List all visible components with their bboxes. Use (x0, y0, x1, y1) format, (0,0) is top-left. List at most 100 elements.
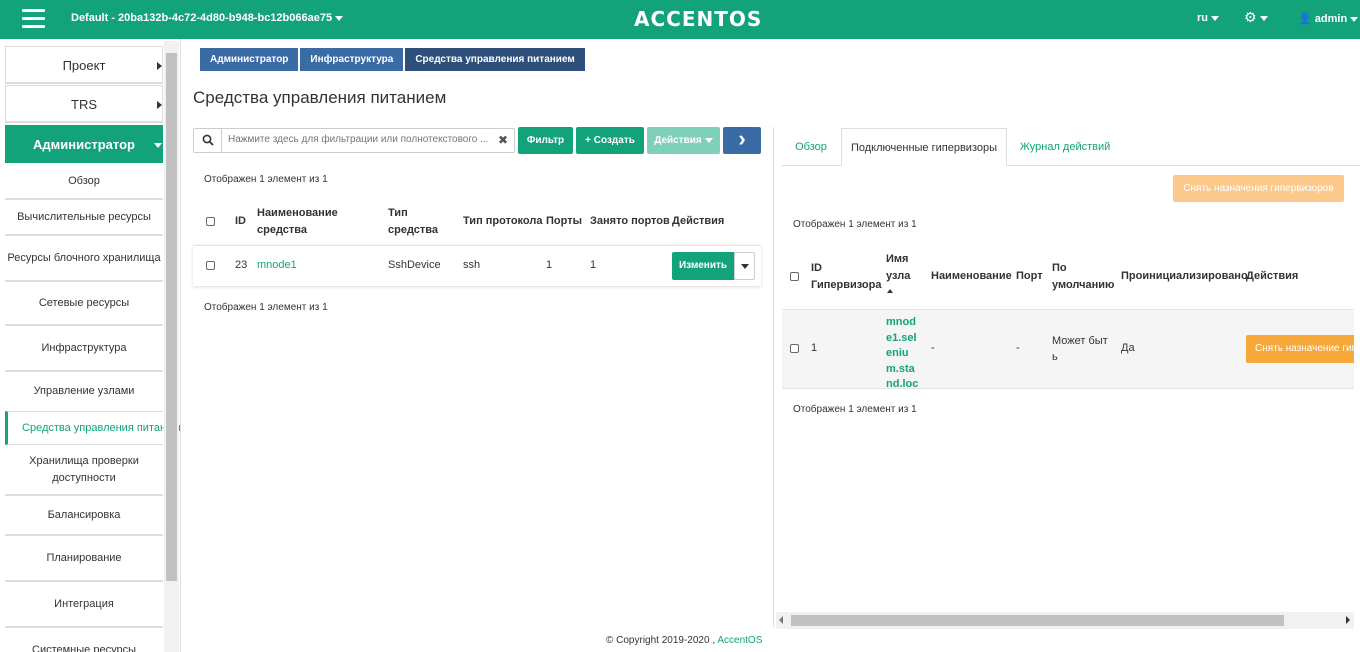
column-header-protocol[interactable]: Тип протокола (463, 213, 542, 230)
hypervisor-count-bottom: Отображен 1 элемент из 1 (793, 404, 917, 415)
column-header-ports[interactable]: Порты (546, 213, 582, 230)
row-actions-dropdown[interactable] (734, 252, 755, 280)
column-header-hypervisor-id[interactable]: ID Гипервизора (811, 260, 881, 294)
chevron-right-icon (157, 101, 162, 109)
sidebar-item-infrastructure[interactable]: Инфраструктура (5, 326, 163, 372)
sidebar-item-availability-storage[interactable]: Хранилища проверки доступности (5, 446, 163, 496)
top-navbar: Default - 20ba132b-4c72-4d80-b948-bc12b0… (0, 0, 1360, 39)
hypervisor-row-id: 1 (811, 342, 818, 354)
sidebar-item-admin[interactable]: Администратор (5, 125, 163, 163)
column-header-actions: Действия (672, 215, 725, 227)
sidebar-item-system-resources[interactable]: Системные ресурсы (5, 642, 163, 652)
breadcrumb-item-infrastructure[interactable]: Инфраструктура (300, 48, 404, 71)
sidebar-item-integration[interactable]: Интеграция (5, 582, 163, 628)
toggle-panel-button[interactable]: › (723, 127, 761, 154)
column-header-hv-actions: Действия (1246, 270, 1299, 282)
filter-button[interactable]: Фильтр (518, 127, 573, 154)
tab-connected-hypervisors[interactable]: Подключенные гипервизоры (841, 128, 1007, 166)
column-header-name[interactable]: Наименование средства (257, 205, 347, 239)
gear-icon: ⚙ (1244, 9, 1257, 25)
row-busy-ports: 1 (590, 259, 597, 271)
sort-asc-icon (887, 289, 893, 293)
row-id: 23 (235, 259, 248, 271)
user-menu[interactable]: 👤 admin (1298, 12, 1359, 25)
user-icon: 👤 (1298, 13, 1312, 25)
column-header-node-name[interactable]: Имя узла (886, 251, 916, 293)
row-type: SshDevice (388, 259, 441, 271)
column-header-busy-ports[interactable]: Занято портов (590, 213, 670, 230)
column-header-initialized[interactable]: Проинициализировано (1121, 268, 1248, 285)
horizontal-scrollbar[interactable] (776, 612, 1354, 629)
actions-dropdown-button[interactable]: Действия (647, 127, 720, 154)
panel-divider (773, 127, 774, 627)
sidebar-scrollbar-thumb[interactable] (166, 53, 177, 581)
chevron-down-icon (704, 137, 713, 143)
hypervisor-row-name: - (931, 342, 935, 354)
hypervisor-row-port: - (1016, 342, 1020, 354)
scroll-right-icon[interactable] (1346, 616, 1350, 624)
column-header-id[interactable]: ID (235, 213, 246, 230)
select-all-checkbox[interactable] (206, 217, 215, 226)
clear-search-icon[interactable]: ✖ (498, 133, 508, 147)
user-name: admin (1314, 13, 1348, 25)
column-header-type[interactable]: Тип средства (388, 205, 448, 239)
menu-toggle-icon[interactable] (22, 9, 45, 29)
create-button[interactable]: + Создать (576, 127, 644, 154)
chevron-down-icon (154, 143, 162, 148)
breadcrumb: Администратор Инфраструктура Средства уп… (200, 48, 585, 71)
sidebar-item-power-management[interactable]: Средства управления питанием (5, 411, 180, 445)
unassign-hypervisor-button[interactable]: Снять назначение гипервизора (1246, 335, 1354, 363)
breadcrumb-item-admin[interactable]: Администратор (200, 48, 299, 71)
hypervisor-row-initialized: Да (1121, 342, 1135, 354)
row-ports: 1 (546, 259, 553, 271)
footer: © Copyright 2019-2020 , AccentOS (606, 635, 762, 646)
hypervisor-node-link[interactable]: mnode1.selenium.stand.loc (886, 315, 919, 393)
search-input[interactable] (228, 134, 493, 145)
row-checkbox[interactable] (206, 261, 215, 270)
sidebar-item-block-storage[interactable]: Ресурсы блочного хранилища (5, 236, 163, 282)
sidebar-item-trs[interactable]: TRS (5, 85, 163, 123)
footer-copyright: © Copyright 2019-2020 , (606, 635, 716, 646)
hypervisor-select-all-checkbox[interactable] (790, 272, 799, 281)
sidebar-item-overview[interactable]: Обзор (5, 164, 163, 200)
project-name: Default - 20ba132b-4c72-4d80-b948-bc12b0… (71, 12, 333, 24)
search-icon[interactable] (194, 129, 222, 152)
chevron-right-icon (157, 62, 162, 70)
page-title: Средства управления питанием (193, 88, 447, 107)
row-name-link[interactable]: mnode1 (257, 258, 297, 273)
footer-link[interactable]: AccentOS (717, 635, 762, 646)
chevron-down-icon (1211, 15, 1219, 21)
unassign-all-hypervisors-button[interactable]: Снять назначения гипервизоров (1173, 175, 1344, 202)
scroll-left-icon[interactable] (779, 616, 783, 624)
column-header-default[interactable]: По умолчанию (1052, 260, 1114, 294)
chevron-down-icon (741, 264, 749, 269)
breadcrumb-item-current: Средства управления питанием (405, 48, 585, 71)
hypervisor-count-top: Отображен 1 элемент из 1 (793, 219, 917, 230)
item-count-top: Отображен 1 элемент из 1 (204, 174, 328, 185)
chevron-down-icon (1259, 15, 1268, 21)
sidebar-item-network[interactable]: Сетевые ресурсы (5, 282, 163, 326)
sidebar-item-balancing[interactable]: Балансировка (5, 496, 163, 536)
brand-logo: ACCENTOS (634, 7, 763, 31)
sidebar-item-scheduling[interactable]: Планирование (5, 536, 163, 582)
column-header-hv-name[interactable]: Наименование (931, 268, 1012, 285)
sidebar-item-project[interactable]: Проект (5, 46, 163, 84)
language-selector[interactable]: ru (1197, 12, 1219, 24)
tab-overview[interactable]: Обзор (788, 128, 834, 166)
language-label: ru (1197, 12, 1208, 24)
sidebar-item-node-management[interactable]: Управление узлами (5, 372, 163, 410)
theme-selector[interactable]: ⚙ (1244, 9, 1268, 26)
row-protocol: ssh (463, 259, 481, 271)
chevron-down-icon (1350, 16, 1359, 22)
hypervisor-row-checkbox[interactable] (790, 344, 799, 353)
tab-action-log[interactable]: Журнал действий (1015, 128, 1115, 166)
sidebar: Проект TRS Администратор Обзор Вычислите… (0, 39, 181, 652)
search-box: ✖ (193, 128, 515, 153)
unassign-button-clip: Снять назначение гипервизора (1246, 335, 1354, 363)
column-header-port[interactable]: Порт (1016, 268, 1043, 285)
project-selector[interactable]: Default - 20ba132b-4c72-4d80-b948-bc12b0… (71, 12, 344, 24)
edit-button[interactable]: Изменить (672, 252, 734, 280)
horizontal-scrollbar-thumb[interactable] (791, 615, 1284, 626)
item-count-bottom: Отображен 1 элемент из 1 (204, 302, 328, 313)
sidebar-item-compute[interactable]: Вычислительные ресурсы (5, 200, 163, 236)
